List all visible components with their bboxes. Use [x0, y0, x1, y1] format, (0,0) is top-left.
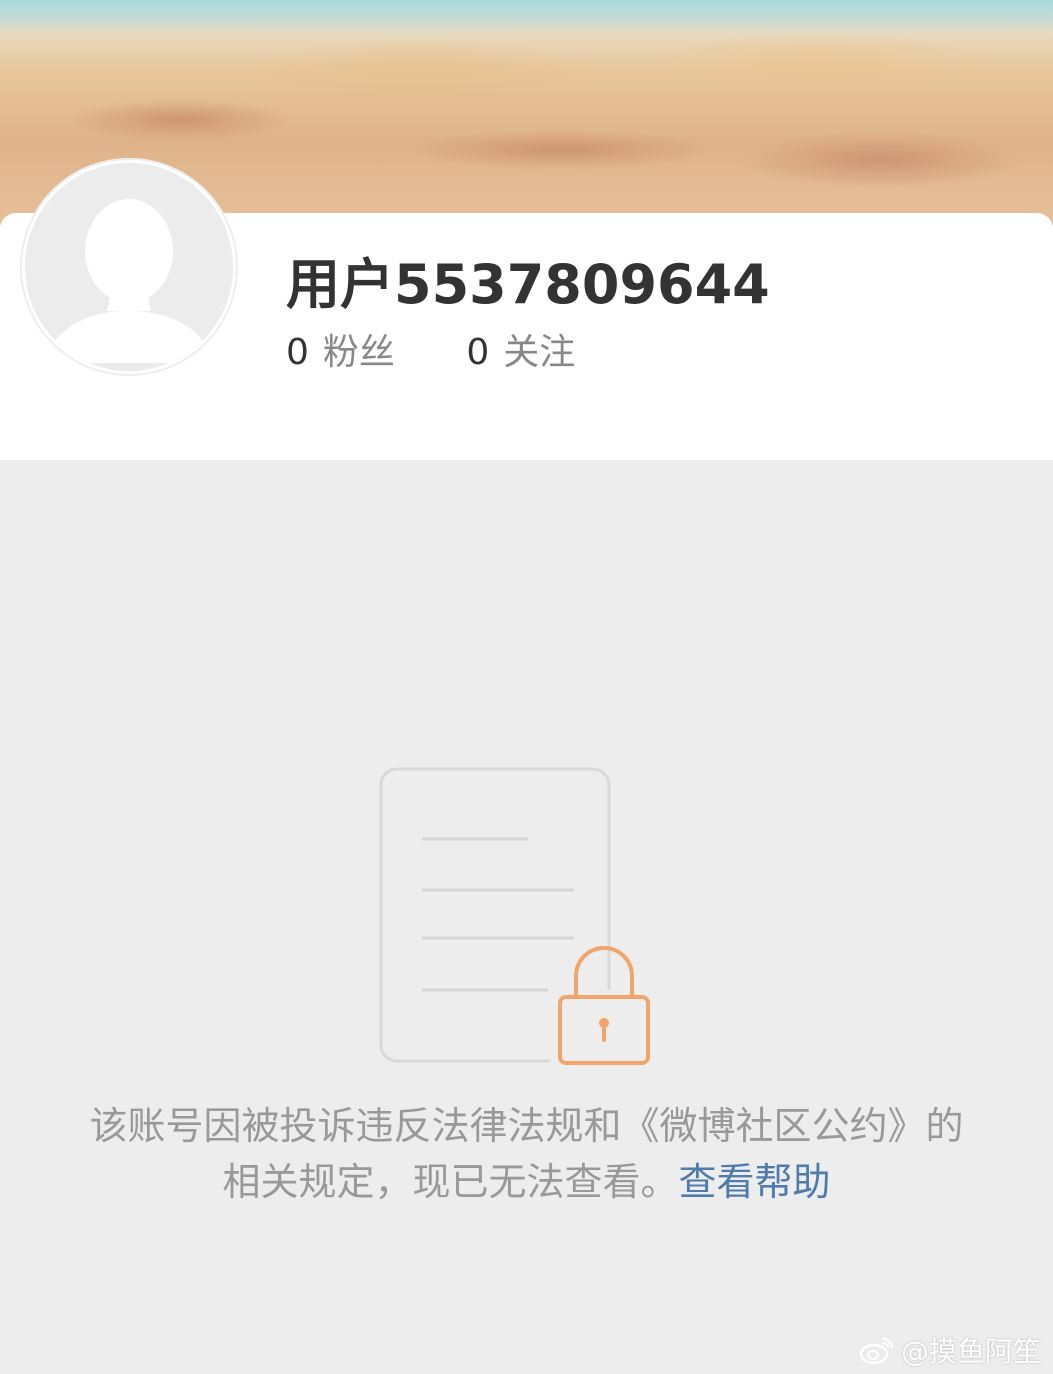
- following-label: 关注: [503, 332, 576, 373]
- following-count: 0: [466, 332, 490, 373]
- followers-count: 0: [286, 332, 309, 373]
- help-link[interactable]: 查看帮助: [679, 1160, 831, 1204]
- following-stat[interactable]: 0 关注: [466, 323, 575, 375]
- blocked-message-text: 该账号因被投诉违反法律法规和《微博社区公约》的相关规定，现已无法查看。: [89, 1104, 964, 1204]
- followers-stat[interactable]: 0 粉丝: [286, 323, 395, 375]
- watermark-text: @摸鱼阿笙: [900, 1335, 1041, 1368]
- account-blocked-message: 该账号因被投诉违反法律法规和《微博社区公约》的相关规定，现已无法查看。查看帮助: [80, 1098, 973, 1210]
- watermark: @摸鱼阿笙: [859, 1330, 1041, 1370]
- cover-sky: [0, 0, 1053, 36]
- followers-label: 粉丝: [322, 332, 395, 373]
- avatar[interactable]: [20, 158, 238, 376]
- default-avatar-icon: [25, 163, 233, 371]
- profile-stats: 0 粉丝 0 关注: [286, 323, 575, 375]
- username: 用户5537809644: [286, 253, 770, 316]
- locked-document-icon: [379, 767, 652, 1066]
- weibo-logo-icon: [859, 1337, 894, 1365]
